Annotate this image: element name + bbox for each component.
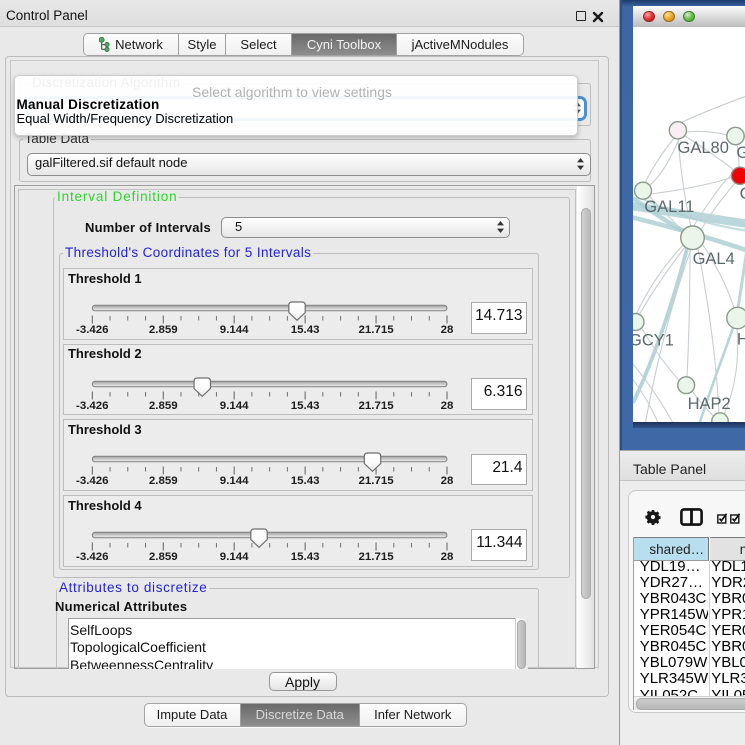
svg-text:-3.426: -3.426 — [76, 399, 109, 411]
svg-text:9.144: 9.144 — [219, 399, 248, 411]
svg-text:28: 28 — [440, 475, 453, 487]
svg-text:GAL4: GAL4 — [693, 250, 735, 268]
svg-text:28: 28 — [440, 324, 453, 336]
svg-text:2.859: 2.859 — [149, 475, 178, 487]
svg-text:9.144: 9.144 — [219, 475, 248, 487]
svg-text:21.715: 21.715 — [358, 475, 394, 487]
svg-text:15.43: 15.43 — [290, 399, 319, 411]
svg-text:21.715: 21.715 — [358, 551, 394, 563]
svg-text:9.144: 9.144 — [219, 324, 248, 336]
svg-text:HAP2: HAP2 — [688, 395, 731, 413]
svg-text:C: C — [740, 185, 745, 203]
svg-text:28: 28 — [440, 551, 453, 563]
svg-text:15.43: 15.43 — [290, 324, 319, 336]
svg-text:2.859: 2.859 — [149, 551, 178, 563]
svg-text:2.859: 2.859 — [149, 399, 178, 411]
svg-text:-3.426: -3.426 — [76, 475, 109, 487]
svg-text:21.715: 21.715 — [358, 399, 394, 411]
svg-text:15.43: 15.43 — [290, 551, 319, 563]
svg-text:HIS: HIS — [737, 331, 745, 349]
svg-text:GAL80: GAL80 — [678, 139, 729, 157]
svg-text:9.144: 9.144 — [219, 551, 248, 563]
svg-text:-3.426: -3.426 — [76, 324, 109, 336]
svg-text:GAL: GAL — [736, 144, 745, 162]
svg-text:15.43: 15.43 — [290, 475, 319, 487]
svg-text:28: 28 — [440, 399, 453, 411]
svg-text:-3.426: -3.426 — [76, 551, 109, 563]
svg-text:GAL11: GAL11 — [644, 198, 694, 216]
svg-text:2.859: 2.859 — [149, 324, 178, 336]
svg-text:GCY1: GCY1 — [633, 332, 674, 350]
svg-text:21.715: 21.715 — [358, 324, 394, 336]
